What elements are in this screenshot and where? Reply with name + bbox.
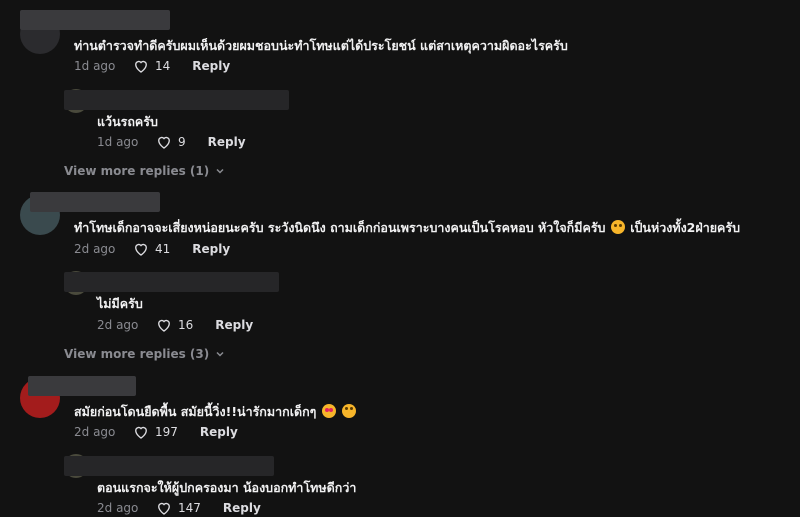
comment-text: สมัยก่อนโดนยืดพื้น สมัยนี้วิ่ง!!น่ารักมา… [74, 402, 357, 422]
comment-time: 2d ago [74, 242, 116, 256]
reply-meta: 2d ago 16 Reply [97, 316, 253, 334]
view-more-label: View more replies (1) [64, 164, 210, 178]
comment-text: ท่านตำรวจทำดีครับผมเห็นด้วยผมชอบน่ะทำโทษ… [74, 38, 568, 53]
like-button[interactable]: 197 [132, 423, 178, 441]
reply-meta: 2d ago 147 Reply [97, 499, 261, 517]
reply-text: แว้นรถครับ [97, 114, 158, 129]
like-count: 9 [178, 135, 186, 149]
comment-meta: 2d ago 41 Reply [74, 240, 230, 258]
like-button[interactable]: 147 [155, 499, 201, 517]
like-button[interactable]: 14 [132, 57, 170, 75]
reply-time: 2d ago [97, 318, 139, 332]
chevron-down-icon [216, 351, 224, 357]
reply-time: 2d ago [97, 501, 139, 515]
username-blurred[interactable] [30, 192, 160, 212]
comment-text-main: ทำโทษเด็กอาจจะเสี่ยงหน่อยนะครับ ระวังนิด… [74, 220, 606, 235]
username-blurred[interactable] [64, 272, 279, 292]
reply-button[interactable]: Reply [192, 242, 230, 256]
comment-text-main: สมัยก่อนโดนยืดพื้น สมัยนี้วิ่ง!!น่ารักมา… [74, 404, 317, 419]
username-blurred[interactable] [28, 376, 136, 396]
like-count: 147 [178, 501, 201, 515]
heart-outline-icon [135, 243, 147, 256]
username-blurred[interactable] [64, 456, 274, 476]
reply-text: ตอนแรกจะให้ผู้ปกครองมา น้องบอกทำโทษดีกว่… [97, 480, 357, 495]
username-blurred[interactable] [20, 10, 170, 30]
view-more-replies-button[interactable]: View more replies (3) [64, 347, 225, 361]
reply-time: 1d ago [97, 135, 139, 149]
view-more-label: View more replies (3) [64, 347, 210, 361]
reply-button[interactable]: Reply [192, 59, 230, 73]
like-count: 197 [155, 425, 178, 439]
view-more-replies-button[interactable]: View more replies (1) [64, 164, 225, 178]
smiling-face-emoji-icon [610, 220, 625, 234]
reply-button[interactable]: Reply [223, 501, 261, 515]
like-count: 16 [178, 318, 194, 332]
heart-outline-icon [158, 502, 170, 515]
chevron-down-icon [216, 168, 224, 174]
like-count: 41 [155, 242, 171, 256]
comment-text: ทำโทษเด็กอาจจะเสี่ยงหน่อยนะครับ ระวังนิด… [74, 218, 740, 238]
comment-text-tail: เป็นห่วงทั้ง2ฝ่ายครับ [630, 220, 741, 235]
like-count: 14 [155, 59, 171, 73]
username-blurred[interactable] [64, 90, 289, 110]
heart-eyes-emoji-icon [321, 404, 336, 418]
heart-outline-icon [158, 136, 170, 149]
reply-text: ไม่มีครับ [97, 296, 143, 311]
comment-time: 1d ago [74, 59, 116, 73]
comment-meta: 1d ago 14 Reply [74, 57, 230, 75]
reply-button[interactable]: Reply [215, 318, 253, 332]
comment-meta: 2d ago 197 Reply [74, 423, 238, 441]
like-button[interactable]: 9 [155, 133, 186, 151]
like-button[interactable]: 41 [132, 240, 170, 258]
heart-outline-icon [135, 60, 147, 73]
heart-outline-icon [158, 319, 170, 332]
reply-button[interactable]: Reply [200, 425, 238, 439]
reply-meta: 1d ago 9 Reply [97, 133, 246, 151]
laughing-face-emoji-icon [342, 404, 357, 418]
comment-time: 2d ago [74, 425, 116, 439]
reply-button[interactable]: Reply [208, 135, 246, 149]
heart-outline-icon [135, 426, 147, 439]
like-button[interactable]: 16 [155, 316, 193, 334]
